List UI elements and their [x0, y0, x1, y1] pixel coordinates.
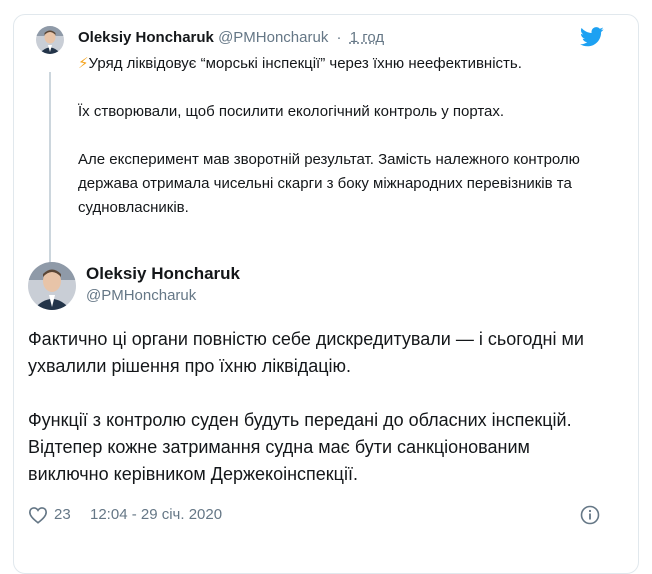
- tweet-paragraph: Фактично ці органи повністю себе дискред…: [28, 329, 584, 376]
- tweet-paragraph-text: Уряд ліквідовує “морські інспекції” чере…: [88, 55, 522, 72]
- thread-line: [49, 72, 51, 272]
- separator-dot: ·: [336, 29, 342, 46]
- author-handle[interactable]: @PMHoncharuk: [86, 286, 196, 306]
- tweet-text: Фактично ці органи повністю себе дискред…: [28, 326, 608, 515]
- tweet-footer: 23 12:04 - 29 січ. 2020: [28, 504, 600, 526]
- info-icon[interactable]: [580, 505, 600, 525]
- author-name[interactable]: Oleksiy Honcharuk: [86, 263, 240, 285]
- tweet-paragraph: ⚡Уряд ліквідовує “морські інспекції” чер…: [78, 52, 598, 76]
- tweet-time-link[interactable]: 1 год: [350, 29, 384, 46]
- heart-icon[interactable]: [28, 506, 48, 524]
- tweet-timestamp[interactable]: 12:04 - 29 січ. 2020: [90, 504, 222, 526]
- lightning-emoji: ⚡: [78, 55, 89, 72]
- author-handle[interactable]: @PMHoncharuk: [218, 29, 328, 46]
- avatar[interactable]: [28, 262, 76, 310]
- avatar-photo: [28, 262, 76, 310]
- avatar-photo: [36, 26, 64, 54]
- like-count[interactable]: 23: [54, 504, 71, 526]
- quoted-tweet-header: Oleksiy Honcharuk @PMHoncharuk · 1 год: [78, 28, 384, 48]
- tweet-paragraph: Функції з контролю суден будуть передані…: [28, 410, 572, 484]
- author-name[interactable]: Oleksiy Honcharuk: [78, 29, 214, 46]
- quoted-tweet-text: ⚡Уряд ліквідовує “морські інспекції” чер…: [78, 52, 598, 244]
- twitter-bird-icon[interactable]: [580, 27, 604, 47]
- avatar[interactable]: [36, 26, 64, 54]
- tweet-paragraph: Їх створювали, щоб посилити екологічний …: [78, 103, 505, 120]
- tweet-paragraph: Але експеримент мав зворотній результат.…: [78, 151, 580, 216]
